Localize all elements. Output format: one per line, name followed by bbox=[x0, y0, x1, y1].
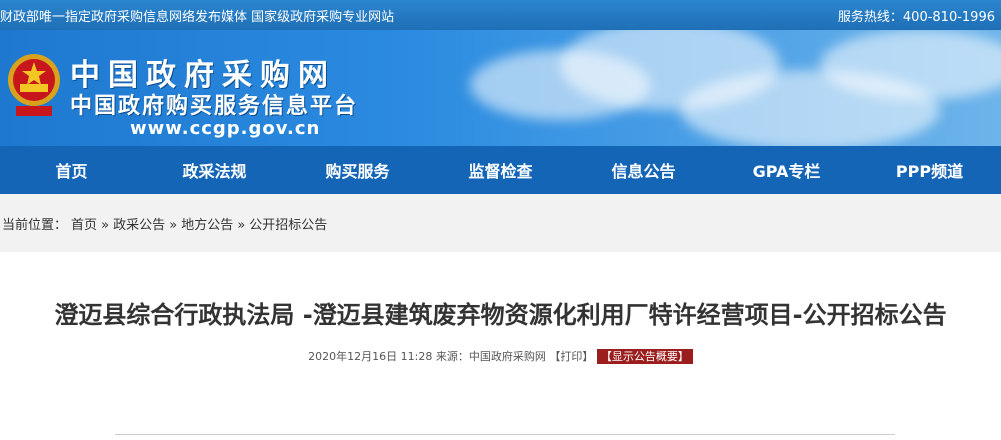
nav-item-gpa[interactable]: GPA专栏 bbox=[715, 158, 858, 182]
article-title: 澄迈县综合行政执法局 -澄迈县建筑废弃物资源化利用厂特许经营项目-公开招标公告 bbox=[54, 301, 947, 329]
breadcrumb-local[interactable]: 地方公告 » bbox=[181, 214, 245, 233]
print-link[interactable]: 【打印】 bbox=[549, 350, 593, 363]
site-url: www.ccgp.gov.cn bbox=[130, 118, 321, 139]
national-emblem-icon bbox=[8, 54, 60, 116]
service-hotline: 服务热线：400-810-1996 bbox=[837, 9, 995, 25]
breadcrumb: 当前位置： 首页 » 政采公告 » 地方公告 » 公开招标公告 bbox=[0, 194, 1001, 252]
summary-toggle-button[interactable]: 【显示公告概要】 bbox=[596, 349, 693, 364]
article: 澄迈县综合行政执法局 -澄迈县建筑废弃物资源化利用厂特许经营项目-公开招标公告 … bbox=[0, 298, 1001, 364]
nav-item-home[interactable]: 首页 bbox=[0, 158, 143, 182]
source-label: 来源： bbox=[435, 350, 469, 363]
nav-item-supervision[interactable]: 监督检查 bbox=[429, 158, 572, 182]
breadcrumb-current[interactable]: 公开招标公告 bbox=[249, 214, 327, 233]
top-info-bar: 财政部唯一指定政府采购信息网络发布媒体 国家级政府采购专业网站 服务热线：400… bbox=[0, 0, 1001, 30]
nav-item-regulations[interactable]: 政采法规 bbox=[143, 158, 286, 182]
nav-item-announcements[interactable]: 信息公告 bbox=[572, 158, 715, 182]
main-nav: 首页 政采法规 购买服务 监督检查 信息公告 GPA专栏 PPP频道 bbox=[0, 146, 1001, 194]
site-subtitle: 中国政府购买服务信息平台 bbox=[70, 94, 359, 119]
article-source: 中国政府采购网 bbox=[468, 350, 546, 363]
nav-item-ppp[interactable]: PPP频道 bbox=[858, 158, 1001, 182]
site-banner: 中国政府采购网 中国政府购买服务信息平台 www.ccgp.gov.cn bbox=[0, 30, 1001, 146]
article-meta: 2020年12月16日 11:28 来源：中国政府采购网 【打印】 【显示公告概… bbox=[0, 348, 1001, 364]
breadcrumb-prefix: 当前位置： bbox=[2, 217, 68, 233]
media-statement: 财政部唯一指定政府采购信息网络发布媒体 国家级政府采购专业网站 bbox=[0, 9, 395, 25]
article-date: 2020年12月16日 11:28 bbox=[308, 350, 433, 363]
nav-item-purchase-services[interactable]: 购买服务 bbox=[286, 158, 429, 182]
breadcrumb-home[interactable]: 首页 » bbox=[71, 214, 109, 233]
divider bbox=[115, 434, 895, 435]
breadcrumb-announcements[interactable]: 政采公告 » bbox=[113, 214, 177, 233]
